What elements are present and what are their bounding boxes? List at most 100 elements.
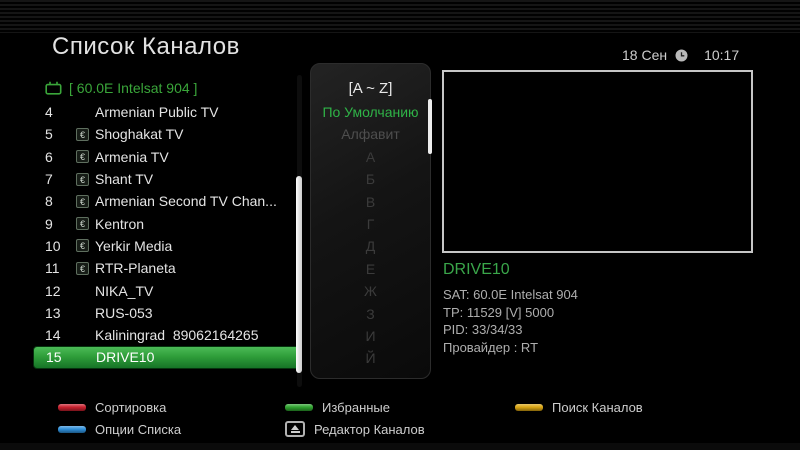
page-title: Список Каналов — [52, 33, 240, 61]
channel-info-provider: Провайдер : RT — [443, 339, 578, 357]
channel-number: 12 — [45, 283, 76, 299]
channel-number: 15 — [46, 349, 77, 365]
legend-label: Редактор Каналов — [314, 422, 425, 437]
satellite-header: [ 60.0E Intelsat 904 ] — [45, 80, 197, 96]
satellite-label: [ 60.0E Intelsat 904 ] — [69, 80, 197, 96]
channel-icon-slot: € — [76, 217, 95, 230]
channel-row[interactable]: 8€Armenian Second TV Chan... — [33, 190, 302, 212]
channel-name: Shant TV — [95, 171, 302, 187]
sort-menu-scrollbar-thumb[interactable] — [428, 99, 432, 154]
legend-label: Избранные — [322, 400, 390, 415]
channel-row[interactable]: 14 Kaliningrad 89062164265 — [33, 324, 302, 346]
eject-icon — [285, 421, 305, 437]
channel-info-name: DRIVE10 — [443, 261, 578, 279]
scrambled-icon: € — [76, 217, 89, 230]
channel-name: Yerkir Media — [95, 238, 302, 254]
sort-menu-item[interactable]: Алфавит — [311, 123, 430, 145]
channel-row[interactable]: 13 RUS-053 — [33, 302, 302, 324]
channel-icon-slot: € — [76, 262, 95, 275]
channel-list-scrollbar-thumb[interactable] — [296, 176, 302, 373]
video-preview-window — [442, 70, 753, 253]
channel-name: NIKA_TV — [95, 283, 302, 299]
channel-number: 8 — [45, 193, 76, 209]
channel-number: 5 — [45, 126, 76, 142]
channel-name: Shoghakat TV — [95, 126, 302, 142]
channel-name: Armenian Second TV Chan... — [95, 193, 302, 209]
sort-menu-title: [A ~ Z] — [311, 77, 430, 101]
channel-row[interactable]: 12 NIKA_TV — [33, 279, 302, 301]
channel-number: 6 — [45, 149, 76, 165]
channel-icon-slot: € — [76, 239, 95, 252]
sort-menu-item[interactable]: Е — [311, 258, 430, 280]
sort-menu-item[interactable]: Й — [311, 347, 430, 369]
legend-color-key-yellow — [515, 404, 543, 411]
sort-menu-item[interactable]: Г — [311, 213, 430, 235]
channel-list-screen: Список Каналов 18 Сен 10:17 [ 60.0E Inte… — [0, 0, 800, 450]
channel-info-pid: PID: 33/34/33 — [443, 321, 578, 339]
channel-row[interactable]: 7€ Shant TV — [33, 168, 302, 190]
channel-row[interactable]: 15 DRIVE10 — [33, 346, 302, 368]
channel-number: 11 — [45, 260, 76, 276]
channel-row[interactable]: 4Armenian Public TV — [33, 101, 302, 123]
legend-item-green: Избранные — [285, 400, 515, 415]
channel-name: Kentron — [95, 216, 302, 232]
channel-list: 4Armenian Public TV5€Shoghakat TV6€Armen… — [33, 101, 302, 369]
channel-name: Armenia TV — [95, 149, 302, 165]
clock-icon — [675, 49, 688, 62]
scrambled-icon: € — [76, 128, 89, 141]
channel-number: 14 — [45, 327, 76, 343]
sort-menu-item[interactable]: А — [311, 146, 430, 168]
time-label: 10:17 — [704, 47, 739, 63]
scrambled-icon: € — [76, 173, 89, 186]
sort-menu-item[interactable]: И — [311, 325, 430, 347]
channel-icon-slot: € — [76, 150, 95, 163]
scrambled-icon: € — [76, 150, 89, 163]
channel-name: RTR-Planeta — [95, 260, 302, 276]
channel-info-tp: TP: 11529 [V] 5000 — [443, 304, 578, 322]
remote-key-legend: Сортировка Избранные Поиск Каналов Опции Сп… — [58, 396, 643, 440]
legend-item-red: Сортировка — [58, 400, 285, 415]
channel-info-panel: DRIVE10 SAT: 60.0E Intelsat 904 TP: 1152… — [443, 261, 578, 356]
channel-number: 9 — [45, 216, 76, 232]
scrambled-icon: € — [76, 262, 89, 275]
sort-menu-item[interactable]: По Умолчанию — [311, 101, 430, 123]
legend-item-blue: Опции Списка — [58, 422, 285, 437]
channel-row[interactable]: 11€ RTR-Planeta — [33, 257, 302, 279]
channel-icon-slot: € — [76, 173, 95, 186]
legend-label: Поиск Каналов — [552, 400, 643, 415]
channel-name: DRIVE10 — [96, 349, 301, 365]
sort-menu-item[interactable]: В — [311, 191, 430, 213]
legend-label: Сортировка — [95, 400, 166, 415]
channel-icon-slot: € — [76, 195, 95, 208]
sort-menu-item[interactable]: Д — [311, 235, 430, 257]
sort-menu-panel: [A ~ Z] По УмолчаниюАлфавитАБВГДЕЖЗИЙ — [310, 63, 431, 379]
channel-name: Kaliningrad 89062164265 — [95, 327, 302, 343]
legend-color-key-red — [58, 404, 86, 411]
sort-menu-item[interactable]: Ж — [311, 280, 430, 302]
legend-item-eject: Редактор Каналов — [285, 421, 515, 437]
scanline-decoration — [0, 0, 800, 33]
sort-menu-item[interactable]: Б — [311, 168, 430, 190]
channel-name: RUS-053 — [95, 305, 302, 321]
channel-row[interactable]: 9€ Kentron — [33, 212, 302, 234]
channel-number: 7 — [45, 171, 76, 187]
bottom-decoration — [0, 443, 800, 450]
date-label: 18 Сен — [622, 47, 667, 63]
tv-icon — [45, 81, 62, 95]
legend-label: Опции Списка — [95, 422, 181, 437]
channel-number: 4 — [45, 104, 76, 120]
channel-row[interactable]: 10€ Yerkir Media — [33, 235, 302, 257]
channel-number: 10 — [45, 238, 76, 254]
channel-number: 13 — [45, 305, 76, 321]
datetime-display: 18 Сен 10:17 — [622, 47, 739, 63]
channel-row[interactable]: 5€ Shoghakat TV — [33, 123, 302, 145]
legend-color-key-green — [285, 404, 313, 411]
sort-menu-item[interactable]: З — [311, 303, 430, 325]
sort-menu-items: По УмолчаниюАлфавитАБВГДЕЖЗИЙ — [311, 101, 430, 370]
legend-color-key-blue — [58, 426, 86, 433]
channel-icon-slot: € — [76, 128, 95, 141]
scrambled-icon: € — [76, 239, 89, 252]
legend-item-yellow: Поиск Каналов — [515, 400, 643, 415]
channel-info-sat: SAT: 60.0E Intelsat 904 — [443, 286, 578, 304]
channel-row[interactable]: 6€ Armenia TV — [33, 146, 302, 168]
